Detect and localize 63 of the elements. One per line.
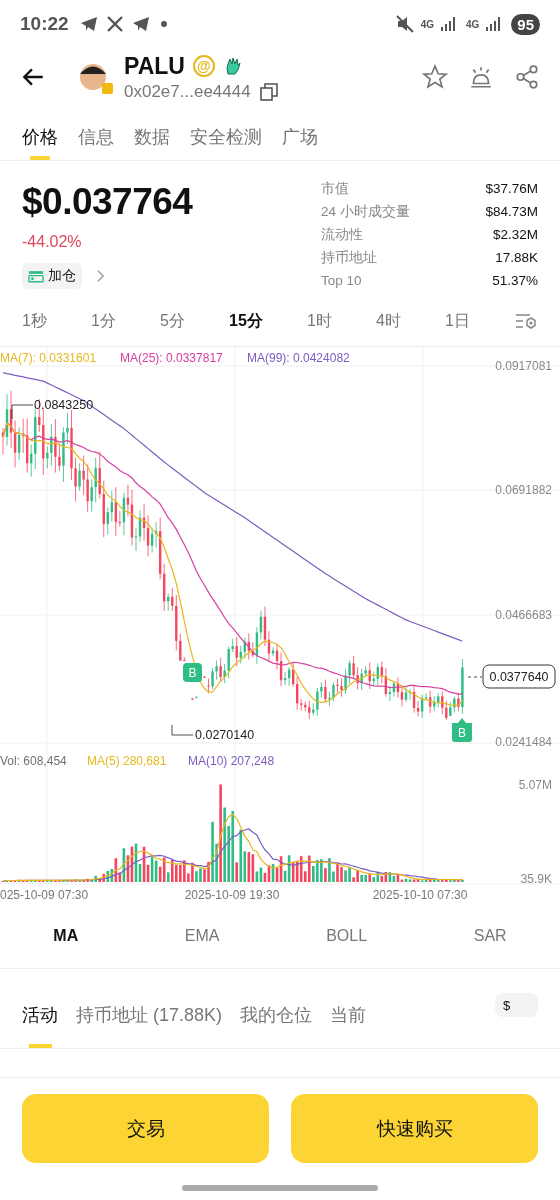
- high-price-marker: 0.0843250: [34, 398, 94, 412]
- network-label: 4G: [465, 18, 480, 30]
- stat-value: $84.73M: [485, 204, 538, 219]
- stat-value: $2.32M: [492, 227, 538, 242]
- stat-label: 24 小时成交量: [321, 202, 410, 221]
- buy-marker: B: [452, 718, 472, 742]
- volume-axis-label: 5.07M: [518, 778, 552, 792]
- action-button[interactable]: 快速购买: [291, 1094, 538, 1163]
- date-axis-label: 2025-10-09 19:30: [184, 888, 280, 902]
- section-tab[interactable]: 数据: [134, 106, 170, 160]
- timeframe-tab[interactable]: 1秒: [22, 310, 47, 332]
- date-axis-label: 2025-10-10 07:30: [372, 888, 468, 902]
- indicator-tab[interactable]: MA: [53, 927, 79, 945]
- price-axis-label: 0.0466683: [495, 608, 552, 622]
- volume-legend: MA(10) 207,248: [188, 754, 275, 768]
- token-name: PALU: [124, 52, 185, 80]
- stat-value: $37.76M: [485, 181, 538, 196]
- contract-address: 0x02e7...ee4444: [124, 81, 251, 102]
- last-price-tag: 0.0377640: [482, 664, 556, 689]
- buy-marker: B: [183, 663, 202, 682]
- network-label: 4G: [420, 18, 434, 30]
- indicator-tab[interactable]: EMA: [184, 927, 220, 945]
- timeframe-tab[interactable]: 4时: [375, 310, 401, 332]
- stat-value: 51.37%: [492, 273, 538, 288]
- moving-average-legend: MA(99): 0.0424082: [247, 351, 350, 365]
- activity-tab[interactable]: 持币地址 (17.88K): [76, 993, 223, 1048]
- indicator-tab[interactable]: BOLL: [326, 927, 368, 945]
- add-position-button[interactable]: 加仓: [22, 263, 82, 289]
- section-tab[interactable]: 信息: [78, 106, 114, 160]
- price-axis-label: 0.0241484: [495, 735, 552, 749]
- current-price: $0.037764: [22, 181, 193, 223]
- timeframe-tab[interactable]: 1时: [306, 310, 332, 332]
- activity-tab[interactable]: 当前: [330, 993, 367, 1048]
- volume-legend: MA(5) 280,681: [87, 754, 167, 768]
- action-button[interactable]: 交易: [22, 1094, 269, 1163]
- stat-value: 17.88K: [495, 250, 538, 265]
- activity-tab[interactable]: 我的仓位: [240, 993, 313, 1048]
- timeframe-tab[interactable]: 5分: [160, 310, 185, 332]
- section-tab[interactable]: 价格: [22, 106, 58, 160]
- status-time: 10:22: [20, 13, 69, 35]
- timeframe-tab[interactable]: 15分: [229, 310, 263, 332]
- currency-toggle[interactable]: $: [495, 993, 538, 1017]
- low-price-marker: 0.0270140: [195, 728, 255, 742]
- moving-average-legend: MA(7): 0.0331601: [0, 351, 97, 365]
- stat-label: Top 10: [321, 273, 362, 288]
- price-axis-label: 0.0917081: [495, 359, 552, 373]
- moving-average-legend: MA(25): 0.0337817: [120, 351, 223, 365]
- indicator-tab[interactable]: SAR: [473, 927, 507, 945]
- handle-badge: @: [192, 55, 215, 77]
- activity-tab[interactable]: 活动: [22, 993, 58, 1048]
- stat-label: 持币地址: [321, 248, 377, 267]
- volume-legend: Vol: 608,454: [0, 754, 67, 768]
- section-tab[interactable]: 安全检测: [190, 106, 262, 160]
- volume-axis-label: 35.9K: [520, 872, 552, 886]
- section-tab[interactable]: 广场: [282, 106, 318, 160]
- timeframe-tab[interactable]: 1分: [91, 310, 116, 332]
- stat-label: 流动性: [321, 225, 363, 244]
- stat-label: 市值: [321, 179, 349, 198]
- battery-level: 95: [511, 13, 540, 35]
- price-change: -44.02%: [22, 233, 82, 251]
- date-axis-label: 025-10-09 07:30: [0, 888, 89, 902]
- timeframe-tab[interactable]: 1日: [445, 310, 470, 332]
- price-axis-label: 0.0691882: [495, 483, 552, 497]
